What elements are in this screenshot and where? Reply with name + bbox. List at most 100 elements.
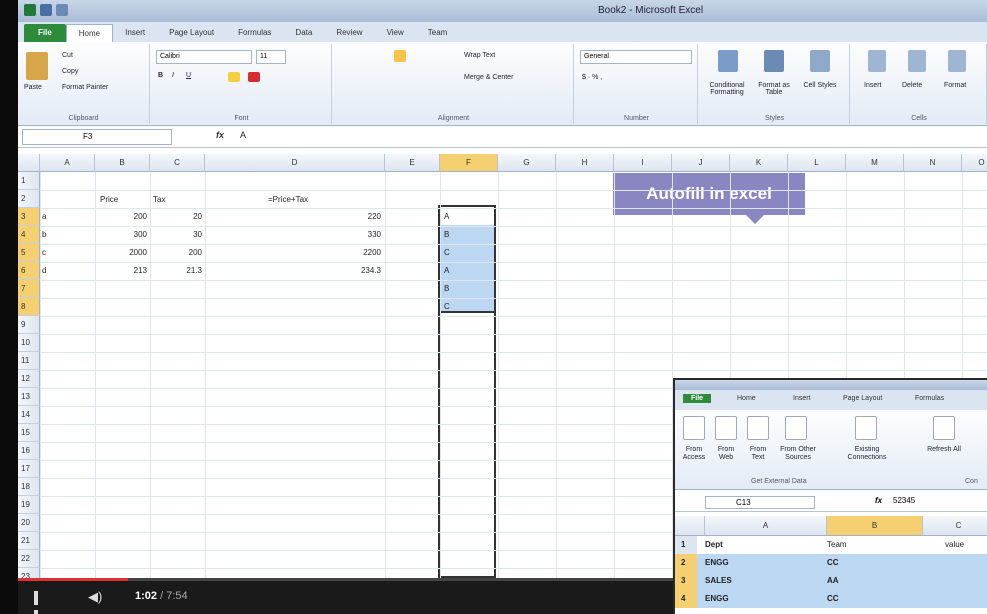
format-painter-button[interactable]: Format Painter [62,84,108,91]
inset-tab-insert[interactable]: Insert [793,395,811,402]
row-header[interactable]: 4 [18,226,40,244]
row-header[interactable]: 1 [18,172,40,190]
inset-tab-home[interactable]: Home [737,395,756,402]
col-header-o[interactable]: O [962,154,987,172]
from-web-button[interactable]: From Web [711,446,741,462]
inset-table-row[interactable]: 4 ENGG CC [675,590,987,608]
inset-tab-page-layout[interactable]: Page Layout [843,395,882,402]
row-header[interactable]: 21 [18,532,40,550]
refresh-all-button[interactable]: Refresh All [927,446,961,454]
cell-d2[interactable]: =Price+Tax [268,195,308,204]
text-icon[interactable] [747,416,769,440]
col-header-b[interactable]: B [95,154,150,172]
col-header-h[interactable]: H [556,154,614,172]
inset-col-c[interactable]: C [923,516,987,536]
fill-color-icon[interactable] [228,72,240,82]
row-header[interactable]: 9 [18,316,40,334]
conditional-formatting-button[interactable]: Conditional Formatting [704,82,750,96]
undo-icon[interactable] [56,4,68,16]
col-header-c[interactable]: C [150,154,205,172]
cell-total[interactable]: 330 [205,230,381,239]
row-header[interactable]: 15 [18,424,40,442]
col-header-l[interactable]: L [788,154,846,172]
cell-fill[interactable]: B [444,230,449,239]
delete-button[interactable]: Delete [902,82,922,89]
col-header-e[interactable]: E [385,154,440,172]
cell-a[interactable]: d [42,266,46,275]
tab-data[interactable]: Data [283,24,324,42]
italic-button[interactable]: I [172,72,174,79]
format-table-icon[interactable] [764,50,784,72]
tab-team[interactable]: Team [416,24,460,42]
inset-col-a[interactable]: A [705,516,827,536]
paste-icon[interactable] [26,52,48,80]
row-header[interactable]: 7 [18,280,40,298]
from-access-button[interactable]: From Access [679,446,709,462]
inset-table-row[interactable]: 2 ENGG CC [675,554,987,572]
row-header[interactable]: 16 [18,442,40,460]
row-header[interactable]: 14 [18,406,40,424]
tab-home[interactable]: Home [65,24,114,42]
bold-button[interactable]: B [158,72,163,79]
web-icon[interactable] [715,416,737,440]
cell-fill[interactable]: A [444,212,449,221]
conditional-formatting-icon[interactable] [718,50,738,72]
existing-connections-icon[interactable] [855,416,877,440]
number-format-select[interactable]: General [580,50,692,64]
col-header-i[interactable]: I [614,154,672,172]
format-table-button[interactable]: Format as Table [754,82,794,96]
cell-tax[interactable]: 200 [150,248,202,257]
cell-total[interactable]: 2200 [205,248,381,257]
inset-tab-file[interactable]: File [683,394,712,403]
format-button[interactable]: Format [944,82,966,89]
tab-page-layout[interactable]: Page Layout [157,24,226,42]
insert-cells-icon[interactable] [868,50,886,72]
row-header[interactable]: 20 [18,514,40,532]
paste-button[interactable]: Paste [24,84,42,91]
tab-file[interactable]: File [24,24,66,42]
font-name-select[interactable]: Calibri [156,50,252,64]
cell-total[interactable]: 220 [205,212,381,221]
col-header-j[interactable]: J [672,154,730,172]
cell-styles-icon[interactable] [810,50,830,72]
cell-price[interactable]: 300 [95,230,147,239]
name-box[interactable]: F3 [22,129,172,145]
cell-b2[interactable]: Price [100,195,118,204]
cell-a[interactable]: a [42,212,46,221]
underline-button[interactable]: U [186,72,191,79]
inset-tab-formulas[interactable]: Formulas [915,395,944,402]
col-header-n[interactable]: N [904,154,962,172]
from-other-sources-button[interactable]: From Other Sources [775,446,821,462]
insert-button[interactable]: Insert [864,82,882,89]
col-header-m[interactable]: M [846,154,904,172]
font-size-select[interactable]: 11 [256,50,286,64]
inset-table-row[interactable]: 3 SALES AA [675,572,987,590]
pause-icon[interactable] [34,591,48,614]
existing-connections-button[interactable]: Existing Connections [839,446,895,462]
row-header[interactable]: 13 [18,388,40,406]
row-header[interactable]: 10 [18,334,40,352]
row-header[interactable]: 11 [18,352,40,370]
row-header[interactable]: 17 [18,460,40,478]
row-header[interactable]: 18 [18,478,40,496]
format-cells-icon[interactable] [948,50,966,72]
formula-input[interactable]: A [240,130,246,140]
row-header[interactable]: 12 [18,370,40,388]
inset-name-box[interactable]: C13 [705,496,815,509]
row-header[interactable]: 8 [18,298,40,316]
cell-a[interactable]: c [42,248,46,257]
cell-price[interactable]: 213 [95,266,147,275]
row-header[interactable]: 5 [18,244,40,262]
tab-review[interactable]: Review [324,24,374,42]
other-sources-icon[interactable] [785,416,807,440]
cell-tax[interactable]: 21.3 [150,266,202,275]
access-icon[interactable] [683,416,705,440]
cell-a[interactable]: b [42,230,46,239]
fx-icon[interactable]: fx [216,130,224,140]
row-header[interactable]: 2 [18,190,40,208]
row-header[interactable]: 3 [18,208,40,226]
cell-total[interactable]: 234.3 [205,266,381,275]
row-header[interactable]: 22 [18,550,40,568]
cell-price[interactable]: 200 [95,212,147,221]
tab-view[interactable]: View [375,24,416,42]
